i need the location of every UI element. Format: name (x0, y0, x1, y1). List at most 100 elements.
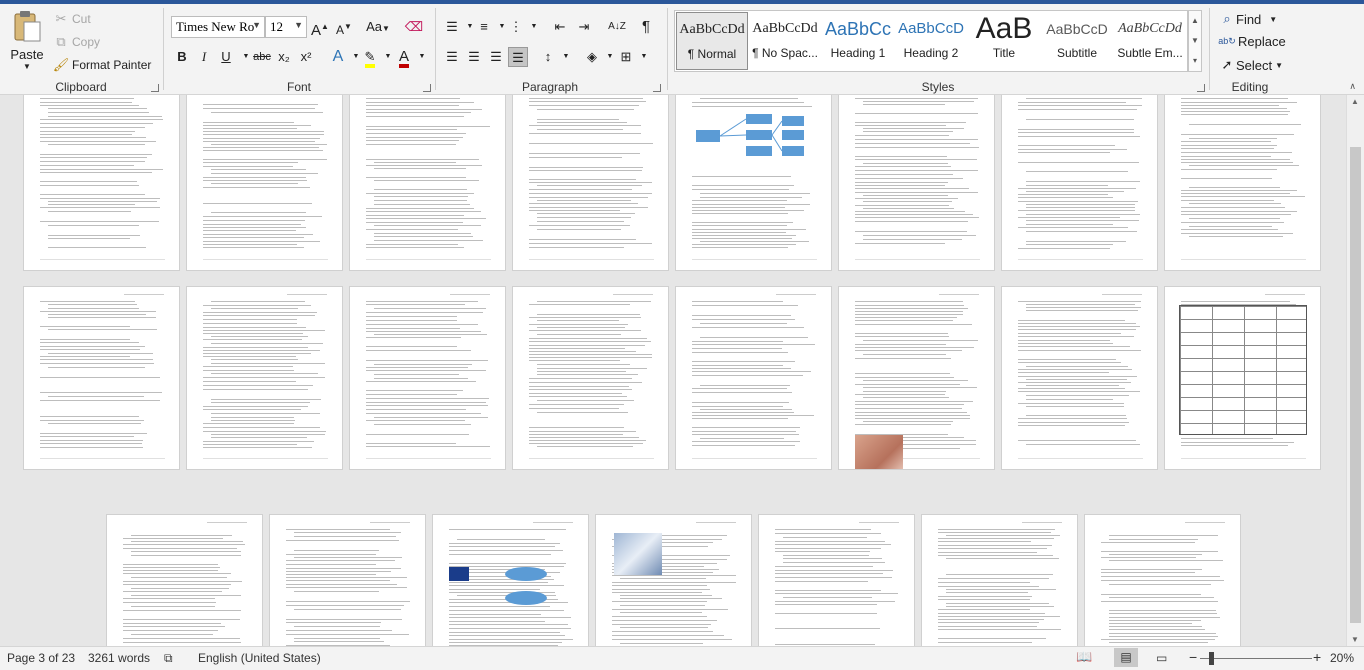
styles-launcher-icon[interactable] (1197, 84, 1205, 92)
document-page-thumbnail[interactable] (23, 95, 180, 271)
document-page-thumbnail[interactable] (512, 95, 669, 271)
word-count[interactable]: 3261 words (88, 651, 150, 665)
collapse-ribbon-icon[interactable]: ∧ (1349, 81, 1356, 92)
bold-button[interactable]: B (172, 47, 192, 67)
text-line (123, 591, 222, 592)
numbering-icon[interactable]: ≡ (474, 17, 494, 37)
replace-button[interactable]: ab↻ Replace (1218, 34, 1285, 49)
document-page-thumbnail[interactable] (349, 286, 506, 470)
language-indicator[interactable]: English (United States) (198, 651, 321, 665)
copy-button[interactable]: ⧉ Copy (52, 34, 100, 50)
text-line (203, 247, 304, 248)
text-line (855, 314, 963, 315)
styles-gallery-scroll[interactable]: ▲ ▼ ▾ (1188, 10, 1202, 72)
zoom-level[interactable]: 20% (1330, 651, 1354, 665)
document-page-thumbnail[interactable] (1001, 95, 1158, 271)
document-page-thumbnail[interactable] (1164, 95, 1321, 271)
page-count[interactable]: Page 3 of 23 (7, 651, 75, 665)
zoom-slider[interactable] (1200, 658, 1312, 659)
document-page-thumbnail[interactable] (512, 286, 669, 470)
document-page-thumbnail[interactable] (1001, 286, 1158, 470)
grow-font-button[interactable]: A▲ (310, 17, 330, 39)
text-line (40, 141, 156, 142)
clipboard-launcher-icon[interactable] (151, 84, 159, 92)
more-styles-icon[interactable]: ▾ (1189, 51, 1201, 71)
justify-icon[interactable]: ☰ (508, 47, 528, 67)
decrease-indent-icon[interactable]: ⇤ (550, 17, 570, 37)
proofing-icon[interactable]: ⧉ (164, 651, 173, 666)
document-page-thumbnail[interactable] (1084, 514, 1241, 646)
font-color-dropdown-icon[interactable]: ▼ (412, 47, 432, 67)
paragraph-launcher-icon[interactable] (653, 84, 661, 92)
chevron-down-icon[interactable]: ▼ (1189, 31, 1201, 51)
strikethrough-button[interactable]: abc (250, 47, 274, 67)
multilevel-list-icon[interactable]: ⋮ (506, 17, 526, 37)
document-page-thumbnail[interactable] (675, 286, 832, 470)
print-layout-icon[interactable]: ▤ (1114, 648, 1138, 667)
style-subtle-emphasis[interactable]: AaBbCcDd Subtle Em... (1114, 12, 1186, 70)
document-page-thumbnail[interactable] (349, 95, 506, 271)
read-mode-icon[interactable]: 📖 (1076, 649, 1092, 665)
bullets-icon[interactable]: ☰ (442, 17, 462, 37)
underline-button[interactable]: U (216, 47, 236, 67)
increase-indent-icon[interactable]: ⇥ (574, 17, 594, 37)
vertical-scrollbar[interactable]: ▲ ▼ (1346, 95, 1364, 646)
shrink-font-button[interactable]: A▼ (334, 17, 354, 37)
font-name-combo[interactable]: Times New Ro ▼ (171, 16, 265, 38)
document-page-thumbnail[interactable] (758, 514, 915, 646)
superscript-button[interactable]: x² (296, 47, 316, 67)
shading-icon[interactable]: ◈ (582, 47, 602, 67)
style-subtitle[interactable]: AaBbCcD Subtitle (1041, 12, 1113, 70)
style-title[interactable]: AaB Title (968, 12, 1040, 70)
document-page-thumbnail[interactable] (1164, 286, 1321, 470)
borders-dropdown-icon[interactable]: ▼ (634, 47, 654, 67)
align-right-icon[interactable]: ☰ (486, 47, 506, 67)
line-spacing-icon[interactable]: ↕ (538, 47, 558, 67)
document-page-thumbnail[interactable] (186, 95, 343, 271)
document-page-thumbnail[interactable] (269, 514, 426, 646)
document-page-thumbnail[interactable] (106, 514, 263, 646)
document-page-thumbnail[interactable] (23, 286, 180, 470)
zoom-out-icon[interactable]: − (1189, 649, 1197, 665)
select-button[interactable]: ➚ Select ▼ (1218, 57, 1284, 73)
style-no-spacing[interactable]: AaBbCcDd ¶ No Spac... (749, 12, 821, 70)
line-spacing-dropdown-icon[interactable]: ▼ (556, 47, 576, 67)
scroll-down-icon[interactable]: ▼ (1351, 635, 1359, 644)
format-painter-button[interactable]: 🖌 Format Painter (52, 57, 152, 73)
style-heading-2[interactable]: AaBbCcD Heading 2 (895, 12, 967, 70)
chevron-up-icon[interactable]: ▲ (1189, 11, 1201, 31)
cut-button[interactable]: ✂ Cut (52, 11, 91, 27)
document-page-thumbnail[interactable] (921, 514, 1078, 646)
font-launcher-icon[interactable] (423, 84, 431, 92)
borders-icon[interactable]: ⊞ (616, 47, 636, 67)
web-layout-icon[interactable]: ▭ (1156, 651, 1167, 665)
document-canvas[interactable] (0, 95, 1346, 646)
text-effects-button[interactable]: A (328, 47, 348, 67)
scrollbar-thumb[interactable] (1350, 147, 1361, 623)
document-page-thumbnail[interactable] (595, 514, 752, 646)
document-page-thumbnail[interactable] (432, 514, 589, 646)
font-color-button[interactable]: A (394, 47, 414, 68)
document-page-thumbnail[interactable] (675, 95, 832, 271)
font-size-combo[interactable]: 12 ▼ (265, 16, 307, 38)
style-heading-1[interactable]: AaBbCc Heading 1 (822, 12, 894, 70)
italic-button[interactable]: I (194, 47, 214, 67)
style-normal[interactable]: AaBbCcDd ¶ Normal (676, 12, 748, 70)
zoom-in-icon[interactable]: + (1313, 649, 1321, 665)
scroll-up-icon[interactable]: ▲ (1351, 97, 1359, 106)
highlight-button[interactable]: ✎ (360, 47, 380, 68)
clear-formatting-icon[interactable]: ⌫ (404, 17, 424, 37)
paste-button[interactable]: Paste ▼ (8, 10, 46, 80)
zoom-slider-thumb[interactable] (1209, 652, 1214, 665)
find-button[interactable]: ⌕ Find ▼ (1218, 11, 1277, 27)
multilevel-dropdown-icon[interactable]: ▼ (524, 17, 544, 37)
document-page-thumbnail[interactable] (186, 286, 343, 470)
subscript-button[interactable]: x₂ (274, 47, 294, 67)
document-page-thumbnail[interactable] (838, 95, 995, 271)
change-case-button[interactable]: Aa▼ (363, 17, 393, 37)
align-center-icon[interactable]: ☰ (464, 47, 484, 67)
show-marks-button[interactable]: ¶ (636, 17, 656, 37)
sort-button[interactable]: A↓Z (606, 17, 628, 37)
align-left-icon[interactable]: ☰ (442, 47, 462, 67)
document-page-thumbnail[interactable] (838, 286, 995, 470)
